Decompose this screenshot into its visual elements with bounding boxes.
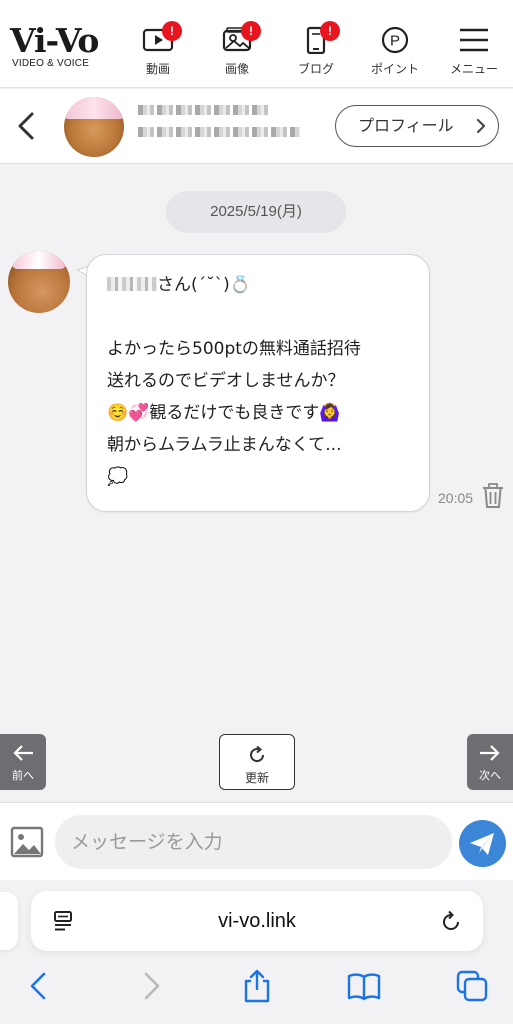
message-text: さん(ˊ˘ˋ)💍 よかったら500ptの無料通話招待 送れるのでビデオしませんか… <box>107 269 417 493</box>
chat-header: プロフィール <box>0 89 513 164</box>
svg-text:P: P <box>390 33 400 50</box>
nav-item-blog[interactable]: ! ブログ <box>277 20 355 80</box>
notification-badge: ! <box>241 21 261 41</box>
trash-icon <box>483 483 503 508</box>
url-text: vi-vo.link <box>218 910 296 932</box>
bookmarks-icon[interactable] <box>346 968 382 1004</box>
blurred-line <box>138 127 300 137</box>
refresh-icon <box>250 745 265 763</box>
reload-icon[interactable] <box>439 909 463 933</box>
message-greeting: さん(ˊ˘ˋ)💍 <box>157 275 251 295</box>
back-button[interactable] <box>12 109 40 143</box>
point-coin-icon: P <box>379 26 411 54</box>
refresh-label: 更新 <box>244 771 269 785</box>
app-header: Vi-Vo VIDEO & VOICE ! 動画 ! 画像 ! ブログ P ポイ… <box>0 0 513 88</box>
message-input[interactable] <box>55 815 452 869</box>
nav-item-images[interactable]: ! 画像 <box>198 20 276 80</box>
blurred-recipient-name <box>107 277 157 291</box>
paper-plane-icon <box>470 833 494 855</box>
image-attach-icon <box>10 826 44 858</box>
blog-phone-icon: ! <box>300 21 340 55</box>
video-play-icon: ! <box>142 21 182 54</box>
nav-label-blog: ブログ <box>297 62 334 76</box>
previous-button[interactable]: 前へ <box>0 734 46 790</box>
chevron-right-icon <box>477 119 485 133</box>
notification-badge: ! <box>320 21 340 41</box>
nav-item-menu[interactable]: メニュー <box>435 20 513 80</box>
nav-label-images: 画像 <box>224 62 249 76</box>
previous-tab-peek[interactable] <box>0 892 18 950</box>
partner-name-blurred <box>138 105 303 151</box>
attach-image-button[interactable] <box>10 825 44 859</box>
address-bar[interactable]: vi-vo.link <box>31 891 483 951</box>
reader-mode-icon[interactable] <box>53 911 75 931</box>
site-logo[interactable]: Vi-Vo VIDEO & VOICE <box>10 24 110 70</box>
message-bubble[interactable]: さん(ˊ˘ˋ)💍 よかったら500ptの無料通話招待 送れるのでビデオしませんか… <box>86 254 430 512</box>
tabs-icon[interactable] <box>454 968 490 1004</box>
forward-icon[interactable] <box>132 968 168 1004</box>
blurred-line <box>138 105 268 115</box>
nav-label-video: 動画 <box>145 62 170 76</box>
partner-avatar[interactable] <box>64 97 124 157</box>
next-label: 次へ <box>479 769 501 782</box>
back-icon[interactable] <box>22 968 58 1004</box>
image-gallery-icon: ! <box>221 21 261 54</box>
message-time: 20:05 <box>438 490 474 506</box>
date-separator: 2025/5/19(月) <box>166 191 346 233</box>
arrow-right-icon <box>480 745 500 761</box>
delete-message-button[interactable] <box>482 483 504 509</box>
message-body: よかったら500ptの無料通話招待 送れるのでビデオしませんか？ ☺️💞観るだけ… <box>107 339 361 487</box>
arrow-left-icon <box>13 745 33 761</box>
share-icon[interactable] <box>239 968 275 1004</box>
send-button[interactable] <box>459 820 506 867</box>
chat-area[interactable]: 2025/5/19(月) さん(ˊ˘ˋ)💍 よかったら500ptの無料通話招待 … <box>0 165 513 802</box>
profile-button-label: プロフィール <box>358 116 454 135</box>
chevron-left-icon <box>18 112 34 140</box>
next-button[interactable]: 次へ <box>467 734 513 790</box>
nav-label-menu: メニュー <box>449 62 498 76</box>
avatar-hair-accessory <box>12 251 66 269</box>
browser-toolbar: vi-vo.link <box>0 880 513 1024</box>
nav-item-points[interactable]: P ポイント <box>356 20 434 80</box>
message-composer <box>0 802 513 880</box>
refresh-button[interactable]: 更新 <box>219 734 295 790</box>
previous-label: 前へ <box>12 769 34 782</box>
avatar-hair-accessory <box>64 97 124 119</box>
sender-avatar[interactable] <box>8 251 70 313</box>
profile-button[interactable]: プロフィール <box>335 105 499 147</box>
nav-label-points: ポイント <box>370 62 419 76</box>
notification-badge: ! <box>162 21 182 41</box>
logo-text: Vi-Vo <box>10 21 99 60</box>
hamburger-menu-icon <box>458 26 490 54</box>
nav-item-video[interactable]: ! 動画 <box>119 20 197 80</box>
